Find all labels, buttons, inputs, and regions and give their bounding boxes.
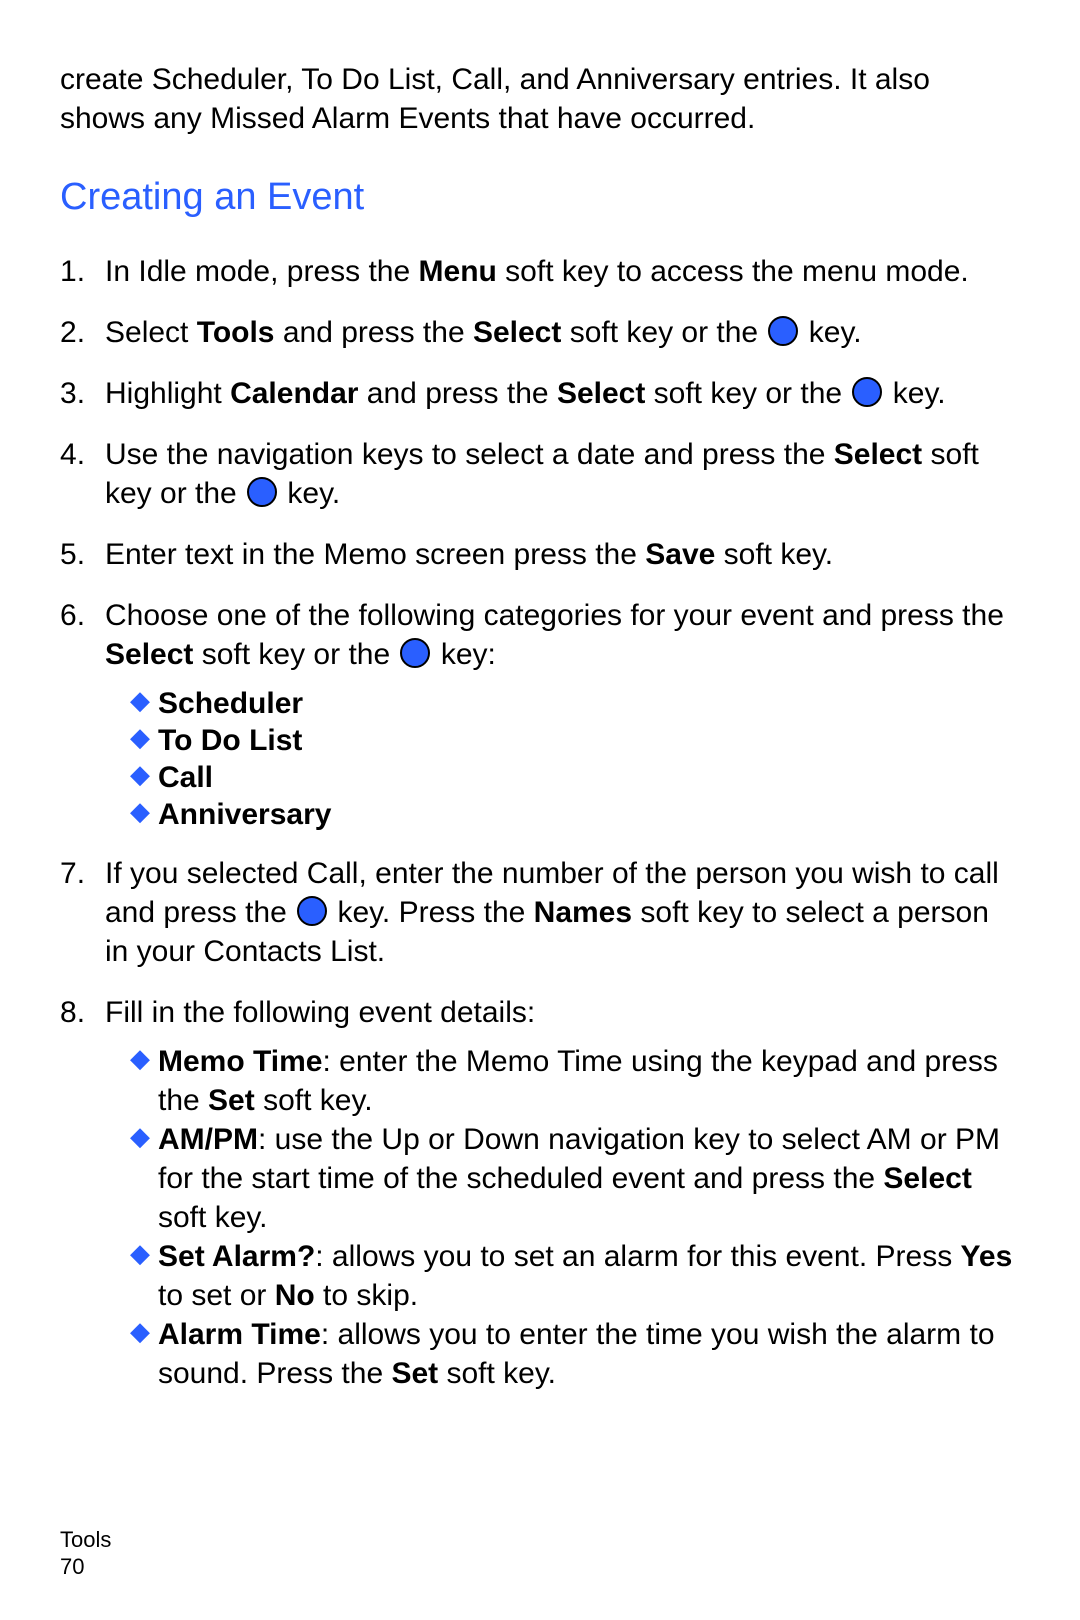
text: key. bbox=[884, 377, 945, 410]
bold-text: Select bbox=[473, 316, 561, 349]
text: : allows you to set an alarm for this ev… bbox=[315, 1240, 960, 1273]
text: soft key or the bbox=[645, 377, 850, 410]
text: soft key to access the menu mode. bbox=[497, 255, 969, 288]
text: soft key or the bbox=[561, 316, 766, 349]
document-page: create Scheduler, To Do List, Call, and … bbox=[0, 0, 1080, 1620]
step-8: Fill in the following event details: Mem… bbox=[60, 993, 1020, 1393]
text: soft key. bbox=[715, 538, 833, 571]
text: key. bbox=[800, 316, 861, 349]
ok-key-icon bbox=[297, 896, 327, 926]
page-footer: Tools 70 bbox=[60, 1527, 111, 1580]
step-2: Select Tools and press the Select soft k… bbox=[60, 313, 1020, 352]
category-label: Anniversary bbox=[158, 798, 331, 831]
text: soft key. bbox=[158, 1201, 267, 1234]
bold-text: Save bbox=[645, 538, 715, 571]
details-list: Memo Time: enter the Memo Time using the… bbox=[130, 1042, 1020, 1393]
bold-text: Alarm Time bbox=[158, 1318, 321, 1351]
text: key: bbox=[432, 638, 495, 671]
category-label: Call bbox=[158, 761, 213, 794]
ok-key-icon bbox=[247, 477, 277, 507]
bold-text: AM/PM bbox=[158, 1123, 258, 1156]
text: Choose one of the following categories f… bbox=[105, 599, 1004, 632]
category-item: Anniversary bbox=[130, 795, 1020, 834]
bold-text: Yes bbox=[961, 1240, 1013, 1273]
intro-paragraph: create Scheduler, To Do List, Call, and … bbox=[60, 60, 1020, 138]
text: In Idle mode, press the bbox=[105, 255, 419, 288]
text: to skip. bbox=[315, 1279, 418, 1312]
text: soft key. bbox=[255, 1084, 373, 1117]
category-item: Scheduler bbox=[130, 684, 1020, 723]
text: Enter text in the Memo screen press the bbox=[105, 538, 645, 571]
detail-item: Alarm Time: allows you to enter the time… bbox=[130, 1315, 1020, 1393]
ok-key-icon bbox=[852, 377, 882, 407]
text: key. bbox=[279, 477, 340, 510]
bold-text: Select bbox=[834, 438, 922, 471]
bold-text: Select bbox=[557, 377, 645, 410]
category-label: To Do List bbox=[158, 724, 302, 757]
category-list: Scheduler To Do List Call Anniversary bbox=[130, 684, 1020, 834]
category-label: Scheduler bbox=[158, 687, 303, 720]
bold-text: Calendar bbox=[230, 377, 358, 410]
detail-item: Memo Time: enter the Memo Time using the… bbox=[130, 1042, 1020, 1120]
bold-text: Select bbox=[105, 638, 193, 671]
steps-list: In Idle mode, press the Menu soft key to… bbox=[60, 252, 1020, 1393]
category-item: Call bbox=[130, 758, 1020, 797]
step-5: Enter text in the Memo screen press the … bbox=[60, 535, 1020, 574]
category-item: To Do List bbox=[130, 721, 1020, 760]
section-heading: Creating an Event bbox=[60, 173, 1020, 222]
detail-item: AM/PM: use the Up or Down navigation key… bbox=[130, 1120, 1020, 1237]
step-4: Use the navigation keys to select a date… bbox=[60, 435, 1020, 513]
bold-text: Names bbox=[534, 896, 632, 929]
bold-text: Memo Time bbox=[158, 1045, 323, 1078]
step-7: If you selected Call, enter the number o… bbox=[60, 854, 1020, 971]
step-6: Choose one of the following categories f… bbox=[60, 596, 1020, 834]
bold-text: Tools bbox=[197, 316, 275, 349]
bold-text: No bbox=[275, 1279, 315, 1312]
text: and press the bbox=[358, 377, 556, 410]
footer-page-number: 70 bbox=[60, 1554, 111, 1580]
text: and press the bbox=[275, 316, 473, 349]
bold-text: Set bbox=[208, 1084, 255, 1117]
text: Select bbox=[105, 316, 197, 349]
text: to set or bbox=[158, 1279, 275, 1312]
text: soft key. bbox=[438, 1357, 556, 1390]
detail-item: Set Alarm?: allows you to set an alarm f… bbox=[130, 1237, 1020, 1315]
text: Use the navigation keys to select a date… bbox=[105, 438, 834, 471]
text: soft key or the bbox=[193, 638, 398, 671]
bold-text: Select bbox=[883, 1162, 971, 1195]
text: Highlight bbox=[105, 377, 230, 410]
ok-key-icon bbox=[400, 638, 430, 668]
text: key. Press the bbox=[329, 896, 534, 929]
step-3: Highlight Calendar and press the Select … bbox=[60, 374, 1020, 413]
bold-text: Set bbox=[391, 1357, 438, 1390]
bold-text: Menu bbox=[419, 255, 497, 288]
bold-text: Set Alarm? bbox=[158, 1240, 315, 1273]
text: : use the Up or Down navigation key to s… bbox=[158, 1123, 1000, 1195]
ok-key-icon bbox=[768, 316, 798, 346]
footer-section: Tools bbox=[60, 1527, 111, 1553]
step-1: In Idle mode, press the Menu soft key to… bbox=[60, 252, 1020, 291]
text: Fill in the following event details: bbox=[105, 996, 535, 1029]
